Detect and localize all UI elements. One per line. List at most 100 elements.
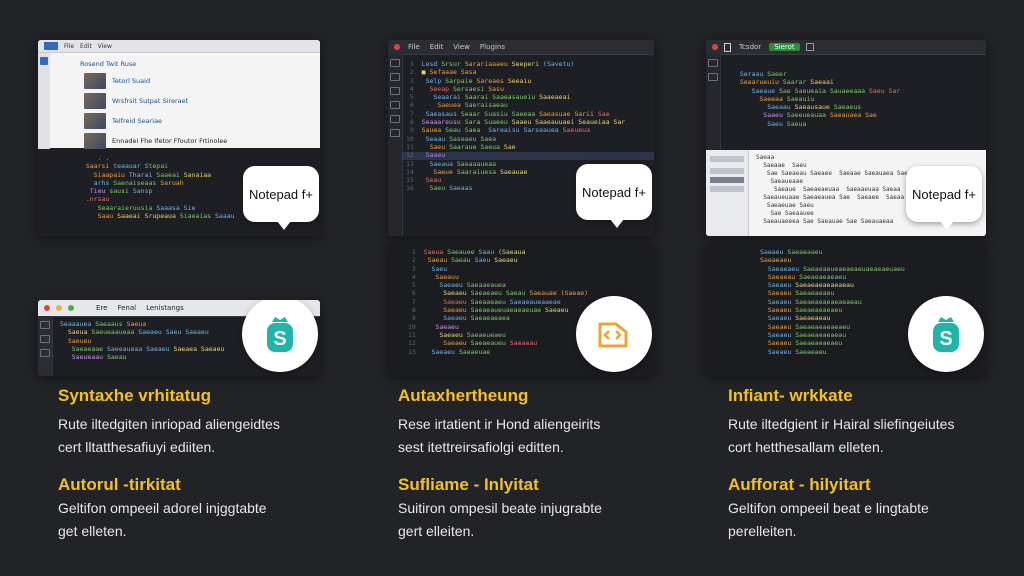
- files-icon[interactable]: [390, 59, 400, 67]
- debug-icon[interactable]: [390, 101, 400, 109]
- search-icon[interactable]: [708, 73, 718, 81]
- feature-subtitle: Sufliame - Inlyitat: [398, 475, 539, 494]
- chat-row[interactable]: Telfreid Seariae: [50, 111, 320, 131]
- code-tag-badge: [576, 296, 652, 372]
- code-editor[interactable]: . . Saarsi teaauar Stepai Siaapaiu Thara…: [78, 154, 235, 220]
- chat-message: Telfreid Seariae: [112, 117, 163, 125]
- chat-row[interactable]: Rosend Twit Ruse: [50, 57, 320, 71]
- close-icon[interactable]: [44, 305, 50, 311]
- ide-panel: Tcsdor Sierot Seraau Saeer Seaarueuiu Sa…: [706, 40, 986, 236]
- menu-item[interactable]: View: [98, 43, 112, 50]
- files-icon[interactable]: [40, 321, 50, 329]
- menu-item[interactable]: File: [406, 43, 422, 51]
- explorer-item[interactable]: [710, 177, 744, 183]
- feature-subdescription: Geltifon ompeeil beat e lingtabte perell…: [728, 497, 929, 543]
- minimize-icon[interactable]: [56, 305, 62, 311]
- code-editor[interactable]: Seraau Saeer Seaarueuiu Saarar Saeaai Sa…: [732, 70, 900, 128]
- code-editor[interactable]: Seaaauea Saeaaus Saeua Saeua Saeueaaueaa…: [60, 320, 224, 361]
- git-icon[interactable]: [390, 87, 400, 95]
- explorer-item[interactable]: [710, 186, 744, 192]
- description-line: perelleiten.: [728, 523, 797, 539]
- description-line: get elleten.: [58, 523, 127, 539]
- files-icon[interactable]: [708, 59, 718, 67]
- feature-description: Rute iltedgiten inriopad aliengeidtes ce…: [58, 413, 280, 459]
- feature-subdescription: Suitiron ompesil beate injugrabte gert e…: [398, 497, 602, 543]
- code-editor[interactable]: 1 Saeua Saeauee Saau (Saeaua 2 Saeau Sae…: [408, 248, 588, 356]
- svg-text:S: S: [939, 328, 952, 350]
- chat-message: Wrsfrsit Sutpat Sireraet: [112, 97, 189, 105]
- app-label-bubble: Notepad f+: [906, 166, 982, 230]
- feature-description: Rute iltedgient ir Hairal sliefingeiutes…: [728, 413, 954, 459]
- chat-message: Ennadei Fhe Ifetor Ffoutor Frtinolee: [112, 137, 228, 145]
- menu-item[interactable]: Edit: [80, 43, 92, 50]
- description-line: Rute iltedgient ir Hairal sliefingeiutes: [728, 416, 955, 432]
- shopping-bag-icon: S: [933, 317, 959, 352]
- feature-title: Autaxhertheung: [398, 386, 529, 405]
- menu-item[interactable]: Lenistangs: [144, 304, 186, 312]
- search-icon[interactable]: [390, 73, 400, 81]
- avatar: [84, 93, 106, 109]
- app-label-bubble: Notepad f+: [576, 164, 652, 228]
- menu-item[interactable]: Plugins: [478, 43, 507, 51]
- description-line: Rese irtatient ir Hond aliengeirits: [398, 416, 601, 432]
- chat-window: File Edit View Rosend Twit Ruse Tetorl S…: [38, 40, 320, 151]
- menu-bar: File Edit View Plugins: [388, 40, 654, 55]
- shopping-bag-badge: S: [908, 296, 984, 372]
- app-label-bubble: Notepad f+: [243, 166, 319, 230]
- chat-row[interactable]: Tetorl Suaid: [50, 71, 320, 91]
- sidebar-icon[interactable]: [40, 57, 48, 65]
- extensions-icon[interactable]: [390, 115, 400, 123]
- chat-row[interactable]: Ennadei Fhe Ifetor Ffoutor Frtinolee: [50, 131, 320, 151]
- close-icon[interactable]: [712, 44, 718, 50]
- code-editor[interactable]: Saeaeu Saeaeaaeu Saeaeaeu Saeaeaeu Saeae…: [760, 248, 905, 356]
- search-icon[interactable]: [40, 335, 50, 343]
- shopping-bag-icon: S: [267, 317, 293, 352]
- activity-bar: [38, 316, 53, 376]
- settings-icon[interactable]: [40, 349, 50, 357]
- avatar: [84, 73, 106, 89]
- maximize-icon[interactable]: [68, 305, 74, 311]
- app-label: Notepad f+: [582, 184, 646, 200]
- app-logo-icon: [44, 42, 58, 50]
- feature-title: Syntaxhe vrhitatug: [58, 386, 212, 405]
- menu-item[interactable]: View: [451, 43, 472, 51]
- toolbar-icon[interactable]: [805, 43, 814, 51]
- menu-item[interactable]: Ere: [94, 304, 109, 312]
- description-line: Geltifon ompeeil beat e lingtabte: [728, 500, 929, 516]
- settings-panel: Ere Fenal Lenistangs Seaaauea Saeaaus Sa…: [38, 300, 320, 376]
- feature-description: Rese irtatient ir Hond aliengeirits sest…: [398, 413, 600, 459]
- settings-icon[interactable]: [390, 129, 400, 137]
- close-icon[interactable]: [394, 44, 400, 50]
- description-line: Rute iltedgiten inriopad aliengeidtes: [58, 416, 280, 432]
- chat-message: Rosend Twit Ruse: [80, 60, 137, 68]
- run-button[interactable]: Sierot: [769, 43, 800, 51]
- menu-item[interactable]: Fenal: [115, 304, 138, 312]
- menu-item[interactable]: File: [64, 43, 74, 50]
- browser-editor-panel: File Edit View Rosend Twit Ruse Tetorl S…: [38, 40, 320, 236]
- current-line-highlight: [402, 152, 654, 160]
- feature-subdescription: Geltifon ompeeil adorel injggtabte get e…: [58, 497, 267, 543]
- window-title: Tcsdor: [739, 43, 762, 51]
- explorer-item[interactable]: [710, 168, 744, 174]
- description-line: cert lltatthesafiuyi ediiten.: [58, 439, 216, 455]
- ide-panel-2: Saeaeu Saeaeaaeu Saeaeaeu Saeaeaeu Saeae…: [706, 244, 986, 376]
- menu-item[interactable]: Edit: [428, 43, 446, 51]
- chat-row[interactable]: Wrsfrsit Sutpat Sireraet: [50, 91, 320, 111]
- app-label: Notepad f+: [249, 186, 313, 202]
- description-line: Suitiron ompesil beate injugrabte: [398, 500, 602, 516]
- code-tag-icon: [598, 322, 628, 348]
- file-icon: [724, 42, 731, 52]
- avatar: [84, 113, 106, 129]
- explorer-item[interactable]: [710, 156, 744, 162]
- description-line: gert elleiten.: [398, 523, 475, 539]
- app-label: Notepad f+: [912, 186, 976, 202]
- description-line: cort hetthesallam elleten.: [728, 439, 884, 455]
- svg-text:S: S: [273, 328, 286, 350]
- code-editor-panel: File Edit View Plugins 1 Lesd Srsur Sara…: [388, 40, 654, 236]
- avatar: [84, 133, 106, 149]
- feature-title: Infiant- wrkkate: [728, 386, 853, 405]
- description-line: sest itettreirsafiolgi editten.: [398, 439, 564, 455]
- feature-subtitle: Aufforat - hilyitart: [728, 475, 871, 494]
- description-line: Geltifon ompeeil adorel injggtabte: [58, 500, 267, 516]
- activity-bar: [388, 54, 403, 236]
